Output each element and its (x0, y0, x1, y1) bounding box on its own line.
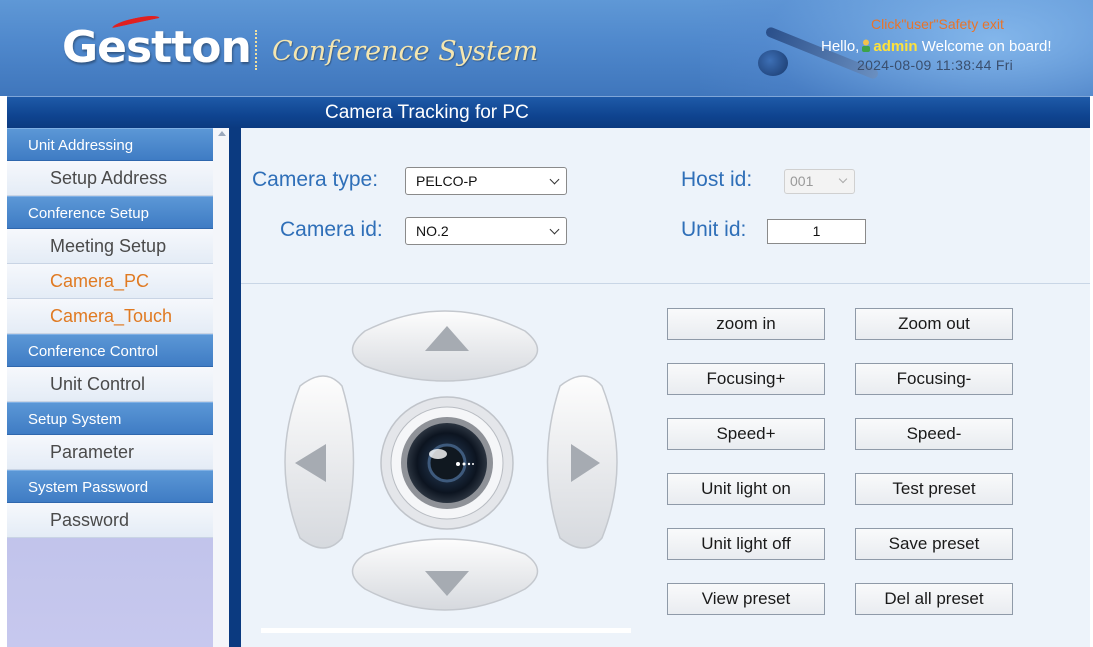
zoom-in-button[interactable]: zoom in (667, 308, 825, 340)
del-all-preset-button[interactable]: Del all preset (855, 583, 1013, 615)
sidebar-group-conference-control[interactable]: Conference Control (7, 334, 213, 367)
chevron-down-icon (549, 224, 560, 235)
product-subtitle: Conference System (272, 36, 539, 67)
save-preset-button[interactable]: Save preset (855, 528, 1013, 560)
welcome-suffix: Welcome on board! (921, 38, 1052, 55)
speed-plus-button[interactable]: Speed+ (667, 418, 825, 450)
username[interactable]: admin (873, 38, 917, 55)
sidebar-menu: Unit Addressing Setup Address Conference… (7, 128, 213, 647)
sidebar-item-camera-touch[interactable]: Camera_Touch (7, 299, 213, 334)
logo: Gestton (62, 22, 252, 73)
scroll-up-icon[interactable] (218, 131, 226, 136)
zoom-out-button[interactable]: Zoom out (855, 308, 1013, 340)
sidebar-item-camera-pc[interactable]: Camera_PC (7, 264, 213, 299)
pad-down-button[interactable] (351, 538, 539, 611)
pad-left-button[interactable] (284, 375, 355, 549)
unit-light-off-button[interactable]: Unit light off (667, 528, 825, 560)
sidebar-group-conference-setup[interactable]: Conference Setup (7, 196, 213, 229)
unit-id-input[interactable]: 1 (767, 219, 866, 244)
focusing-minus-button[interactable]: Focusing- (855, 363, 1013, 395)
pad-up-button[interactable] (351, 310, 539, 382)
host-id-select: 001 (784, 169, 855, 194)
safety-exit-link[interactable]: Click"user"Safety exit (871, 16, 1004, 32)
sidebar-item-parameter[interactable]: Parameter (7, 435, 213, 470)
sidebar-item-meeting-setup[interactable]: Meeting Setup (7, 229, 213, 264)
content-left-bar (229, 128, 241, 647)
page-left-edge (0, 96, 7, 647)
bottom-strip (261, 628, 631, 633)
section-divider (241, 283, 1090, 284)
camera-id-value: NO.2 (416, 223, 449, 239)
microphone-head-decoration (758, 50, 788, 76)
welcome-message: Hello, admin Welcome on board! (821, 38, 1052, 55)
host-id-value: 001 (790, 173, 814, 189)
logo-divider (255, 30, 257, 70)
chevron-down-icon (549, 174, 560, 185)
camera-type-label: Camera type: (252, 168, 379, 191)
sidebar-item-password[interactable]: Password (7, 503, 213, 538)
pad-right-button[interactable] (546, 375, 618, 549)
test-preset-button[interactable]: Test preset (855, 473, 1013, 505)
current-datetime: 2024-08-09 11:38:44 Fri (857, 57, 1014, 73)
view-preset-button[interactable]: View preset (667, 583, 825, 615)
ptz-direction-pad (284, 310, 618, 611)
sidebar-scrollbar[interactable] (213, 128, 229, 647)
page-title: Camera Tracking for PC (325, 102, 529, 123)
camera-id-select[interactable]: NO.2 (405, 217, 567, 245)
sidebar-group-system-password[interactable]: System Password (7, 470, 213, 503)
user-icon[interactable] (860, 39, 872, 52)
welcome-prefix: Hello, (821, 38, 860, 55)
main-panel: Camera type: PELCO-P Camera id: NO.2 Hos… (241, 128, 1090, 647)
sidebar-group-setup-system[interactable]: Setup System (7, 402, 213, 435)
chevron-down-icon (838, 174, 848, 184)
host-id-label: Host id: (681, 168, 753, 191)
page-header: Gestton Conference System Click"user"Saf… (0, 0, 1093, 96)
camera-type-value: PELCO-P (416, 173, 478, 189)
speed-minus-button[interactable]: Speed- (855, 418, 1013, 450)
focusing-plus-button[interactable]: Focusing+ (667, 363, 825, 395)
camera-lens-icon[interactable] (380, 396, 514, 530)
sidebar-group-unit-addressing[interactable]: Unit Addressing (7, 128, 213, 161)
sidebar-item-setup-address[interactable]: Setup Address (7, 161, 213, 196)
unit-id-label: Unit id: (681, 218, 747, 241)
camera-type-select[interactable]: PELCO-P (405, 167, 567, 195)
unit-light-on-button[interactable]: Unit light on (667, 473, 825, 505)
camera-id-label: Camera id: (280, 218, 383, 241)
page-title-bar: Camera Tracking for PC (7, 96, 1090, 128)
sidebar-item-unit-control[interactable]: Unit Control (7, 367, 213, 402)
